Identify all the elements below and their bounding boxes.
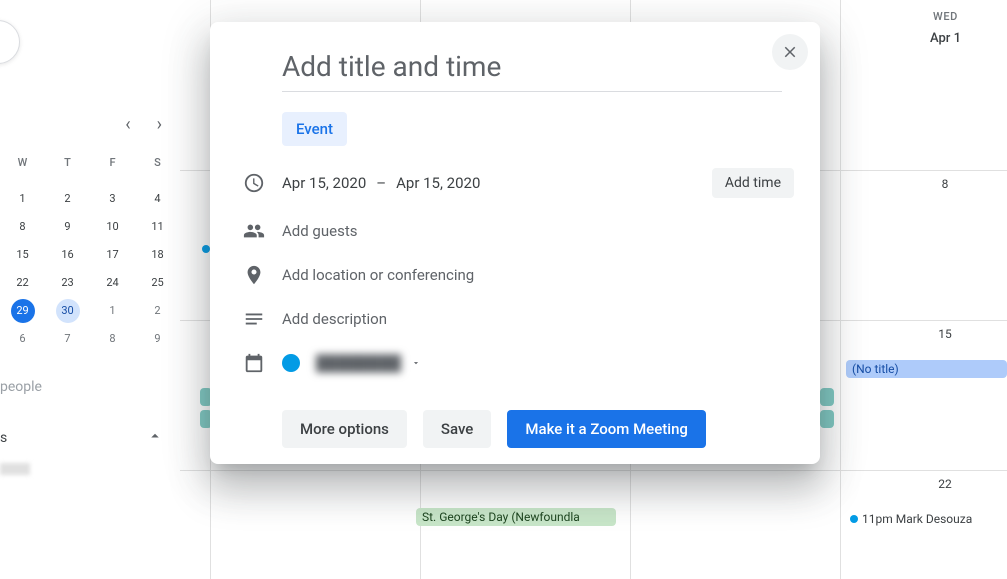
mini-cal-dow: T <box>45 149 90 177</box>
close-icon <box>781 43 799 61</box>
quick-add-event-dialog: Event Apr 15, 2020 – Apr 15, 2020 Add ti… <box>210 22 820 464</box>
calendar-selector[interactable]: ████████ <box>282 354 804 372</box>
add-time-button[interactable]: Add time <box>712 168 794 198</box>
day-of-week-label: WED <box>841 10 1007 23</box>
event-chip[interactable] <box>820 388 834 406</box>
mini-cal-day[interactable]: 4 <box>135 185 180 213</box>
mini-cal-day[interactable]: 9 <box>45 213 90 241</box>
mini-cal-day[interactable]: 15 <box>0 241 45 269</box>
mini-cal-prev-icon[interactable]: ‹ <box>125 114 130 135</box>
mini-cal-day[interactable]: 23 <box>45 269 90 297</box>
mini-cal-dow: F <box>90 149 135 177</box>
mini-cal-day[interactable]: 22 <box>0 269 45 297</box>
mini-cal-day[interactable]: 18 <box>135 241 180 269</box>
create-button[interactable] <box>0 20 20 64</box>
event-dot-icon <box>850 515 858 523</box>
mini-cal-day[interactable]: 25 <box>135 269 180 297</box>
add-location-field[interactable]: Add location or conferencing <box>282 266 804 284</box>
mini-cal-day[interactable]: 1 <box>0 185 45 213</box>
event-chip[interactable] <box>820 410 834 428</box>
event-title-input[interactable] <box>282 46 782 92</box>
zoom-meeting-button[interactable]: Make it a Zoom Meeting <box>507 410 706 448</box>
mini-cal-day[interactable]: 9 <box>135 325 180 353</box>
mini-cal-dow: W <box>0 149 45 177</box>
grid-day-number[interactable]: 15 <box>840 321 1007 347</box>
sidebar: ‹ › WTFS 1234891011151617182223242529301… <box>0 0 180 579</box>
grid-day-number[interactable]: 8 <box>840 171 1007 197</box>
mini-cal-dow: S <box>135 149 180 177</box>
more-options-button[interactable]: More options <box>282 410 407 448</box>
event-row[interactable]: 11pm Mark Desouza <box>850 508 972 527</box>
search-people-input[interactable]: people <box>0 371 180 403</box>
calendar-color-dot <box>282 354 300 372</box>
mini-cal-day[interactable]: 2 <box>135 297 180 325</box>
event-chip-holiday[interactable]: St. George's Day (Newfoundla <box>416 508 616 526</box>
mini-cal-day[interactable]: 17 <box>90 241 135 269</box>
mini-cal-day[interactable]: 2 <box>45 185 90 213</box>
mini-cal-day[interactable]: 11 <box>135 213 180 241</box>
close-button[interactable] <box>772 34 808 70</box>
mini-cal-day[interactable]: 10 <box>90 213 135 241</box>
mini-cal-day[interactable]: 1 <box>90 297 135 325</box>
people-icon <box>243 220 265 242</box>
mini-cal-day[interactable]: 24 <box>90 269 135 297</box>
day-of-month-label: Apr 1 <box>841 31 1007 46</box>
mini-cal-day[interactable]: 29 <box>0 297 45 325</box>
end-date-button[interactable]: Apr 15, 2020 <box>396 174 480 192</box>
event-chip-no-title[interactable]: (No title) <box>846 360 1007 378</box>
calendar-name-label: ████████ <box>316 354 401 372</box>
mini-cal-day[interactable]: 6 <box>0 325 45 353</box>
avatar <box>0 463 30 475</box>
save-button[interactable]: Save <box>423 410 491 448</box>
mini-cal-day[interactable]: 3 <box>90 185 135 213</box>
mini-cal-day[interactable]: 8 <box>0 213 45 241</box>
mini-cal-day[interactable]: 16 <box>45 241 90 269</box>
calendars-section-label: s <box>0 430 7 446</box>
add-description-field[interactable]: Add description <box>282 310 804 328</box>
mini-cal-day[interactable]: 7 <box>45 325 90 353</box>
chevron-up-icon[interactable] <box>146 427 164 449</box>
mini-cal-day[interactable]: 8 <box>90 325 135 353</box>
mini-cal-day[interactable]: 30 <box>45 297 90 325</box>
description-icon <box>243 308 265 330</box>
event-tab[interactable]: Event <box>282 112 347 146</box>
event-label: 11pm Mark Desouza <box>862 512 972 526</box>
mini-calendar: WTFS 12348910111516171822232425293012678… <box>0 149 180 353</box>
location-icon <box>243 264 265 286</box>
grid-day-number[interactable]: 22 <box>840 471 1007 497</box>
mini-cal-next-icon[interactable]: › <box>157 114 162 135</box>
calendar-icon <box>243 352 265 374</box>
chevron-down-icon <box>411 354 421 372</box>
event-dot-icon <box>202 245 210 253</box>
add-guests-field[interactable]: Add guests <box>282 222 804 240</box>
start-date-button[interactable]: Apr 15, 2020 <box>282 174 366 192</box>
clock-icon <box>243 172 265 194</box>
